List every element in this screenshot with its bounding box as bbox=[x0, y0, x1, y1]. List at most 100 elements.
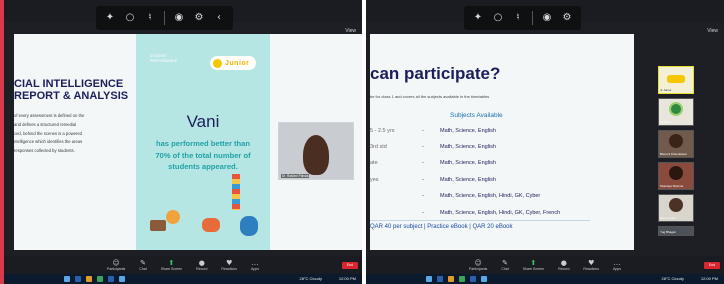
zoom-app-icon[interactable] bbox=[470, 276, 476, 282]
participant-name: Jr Junior bbox=[660, 88, 672, 92]
browser-icon[interactable] bbox=[97, 276, 103, 282]
illustration-book-stack bbox=[232, 174, 240, 210]
chat-button[interactable]: ✎ Chat bbox=[139, 259, 146, 271]
chat-button[interactable]: ✎ Chat bbox=[501, 259, 508, 271]
subjects-cell: Math, Science, English bbox=[440, 128, 496, 134]
control-label: Reactions bbox=[221, 267, 237, 271]
separator bbox=[164, 11, 165, 25]
ai-title: CIAL INTELLIGENCE REPORT & ANALYSIS bbox=[14, 78, 128, 102]
record-button[interactable]: ● Record bbox=[196, 259, 207, 271]
table-row: 3rd std - Math, Science, English bbox=[370, 144, 630, 156]
dash-cell: - bbox=[422, 144, 424, 150]
end-meeting-button[interactable]: End bbox=[704, 262, 720, 269]
control-label: Participants bbox=[107, 267, 126, 271]
ai-paragraph: of every assessment is defined on the an… bbox=[14, 112, 128, 156]
zoom-icon[interactable]: ✦ bbox=[104, 12, 116, 24]
participant-video[interactable]: Dr. Rashmi Pahwa bbox=[278, 122, 354, 180]
meeting-toolbar: ✦ ○ ♮ ◉ ⚙ ‹ bbox=[96, 6, 233, 30]
apps-button[interactable]: … Apps bbox=[613, 259, 621, 271]
mic-icon[interactable]: ♮ bbox=[512, 12, 524, 24]
participant-name: Yug Bhagat bbox=[660, 230, 676, 234]
control-label: Reactions bbox=[583, 267, 599, 271]
taskbar-clock[interactable]: 12:00 PM bbox=[339, 276, 356, 281]
zoom-app-icon[interactable] bbox=[108, 276, 114, 282]
subjects-cell: Math, Science, English bbox=[440, 177, 496, 183]
participant-avatar bbox=[303, 135, 329, 175]
share-icon: ⬆ bbox=[530, 259, 537, 267]
ai-title-line-2: REPORT & ANALYSIS bbox=[14, 90, 129, 102]
subjects-cell: Math, Science, English bbox=[440, 160, 496, 166]
record-icon[interactable]: ◉ bbox=[173, 12, 185, 24]
chat-icon: ✎ bbox=[502, 259, 508, 267]
table-row: yes - Math, Science, English bbox=[370, 177, 630, 189]
windows-taskbar: 28°C Cloudy 12:00 PM bbox=[4, 274, 362, 284]
taskbar-weather[interactable]: 28°C Cloudy bbox=[662, 276, 685, 281]
chevron-left-icon[interactable]: ‹ bbox=[213, 12, 225, 24]
participant-gallery: Jr Junior Student 1 Bhoomi Khandelwal Sh… bbox=[658, 66, 698, 236]
participant-tile[interactable]: Shreya Jain bbox=[658, 194, 694, 222]
control-label: Record bbox=[196, 267, 208, 271]
illustration-laptop bbox=[150, 220, 166, 231]
app-icon[interactable] bbox=[481, 276, 487, 282]
windows-start-icon[interactable] bbox=[426, 276, 432, 282]
dash-cell: - bbox=[422, 193, 424, 199]
participant-tile[interactable]: Yug Bhagat bbox=[658, 226, 694, 236]
view-button[interactable]: View bbox=[707, 28, 718, 34]
table-row: - Math, Science, English, Hindi, GK, Cyb… bbox=[370, 193, 630, 205]
dash-cell: - bbox=[422, 177, 424, 183]
grade-cell: 3rd std bbox=[370, 144, 387, 150]
search-icon[interactable] bbox=[437, 276, 443, 282]
participant-tile[interactable]: Jr Junior bbox=[658, 66, 694, 94]
message-line: 70% of the total number of bbox=[155, 150, 251, 160]
reactions-button[interactable]: ♥ Reactions bbox=[583, 259, 599, 271]
folder-icon[interactable] bbox=[86, 276, 92, 282]
separator bbox=[532, 11, 533, 25]
message-line: has performed better than bbox=[155, 139, 251, 148]
table-row: 5 - 2.5 yrs - Math, Science, English bbox=[370, 128, 630, 140]
settings-icon[interactable]: ⚙ bbox=[193, 12, 205, 24]
end-meeting-button[interactable]: End bbox=[342, 262, 358, 269]
chat-icon: ✎ bbox=[140, 259, 146, 267]
reactions-button[interactable]: ♥ Reactions bbox=[221, 259, 237, 271]
control-label: Chat bbox=[139, 267, 147, 271]
participants-button[interactable]: ☺ Participants bbox=[469, 259, 487, 271]
slide-title: can participate? bbox=[370, 64, 501, 83]
circle-icon[interactable]: ○ bbox=[492, 12, 504, 24]
logo-text: Junior bbox=[225, 59, 250, 67]
subjects-header: Subjects Available bbox=[450, 112, 503, 119]
zoom-icon[interactable]: ✦ bbox=[472, 12, 484, 24]
participant-tile[interactable]: Student 1 bbox=[658, 98, 694, 126]
ai-paragraph-line: responses collected by students. bbox=[14, 148, 75, 154]
record-icon[interactable]: ◉ bbox=[541, 12, 553, 24]
shared-slide: can participate? be for class 1 and cove… bbox=[370, 34, 634, 250]
apps-button[interactable]: … Apps bbox=[251, 259, 259, 271]
record-button[interactable]: ● Record bbox=[558, 259, 569, 271]
meeting-window-right: ✦ ○ ♮ ◉ ⚙ View can participate? be for c… bbox=[362, 0, 724, 284]
control-label: Participants bbox=[469, 267, 488, 271]
illustration-child bbox=[202, 218, 220, 232]
reactions-icon: ♥ bbox=[588, 259, 595, 267]
ai-paragraph-line: of every assessment is defined on the bbox=[14, 113, 85, 118]
search-icon[interactable] bbox=[75, 276, 81, 282]
folder-icon[interactable] bbox=[448, 276, 454, 282]
participant-tile[interactable]: Shanaya Sharma bbox=[658, 162, 694, 190]
app-icon[interactable] bbox=[119, 276, 125, 282]
share-screen-button[interactable]: ⬆ Share Screen bbox=[161, 259, 182, 271]
circle-icon[interactable]: ○ bbox=[124, 12, 136, 24]
grade-cell: yes bbox=[370, 177, 379, 183]
control-label: Apps bbox=[613, 267, 621, 271]
control-label: Share Screen bbox=[522, 267, 545, 271]
record-icon: ● bbox=[560, 259, 567, 267]
brand-logo: Junior bbox=[210, 56, 256, 70]
taskbar-clock[interactable]: 12:00 PM bbox=[701, 276, 718, 281]
browser-icon[interactable] bbox=[459, 276, 465, 282]
settings-icon[interactable]: ⚙ bbox=[561, 12, 573, 24]
participant-name: Shanaya Sharma bbox=[660, 184, 684, 188]
mic-icon[interactable]: ♮ bbox=[144, 12, 156, 24]
participant-name: Shreya Jain bbox=[660, 216, 676, 220]
taskbar-weather[interactable]: 28°C Cloudy bbox=[300, 276, 323, 281]
share-screen-button[interactable]: ⬆ Share Screen bbox=[523, 259, 544, 271]
windows-start-icon[interactable] bbox=[64, 276, 70, 282]
participants-button[interactable]: ☺ Participants bbox=[107, 259, 125, 271]
participant-tile[interactable]: Bhoomi Khandelwal bbox=[658, 130, 694, 158]
